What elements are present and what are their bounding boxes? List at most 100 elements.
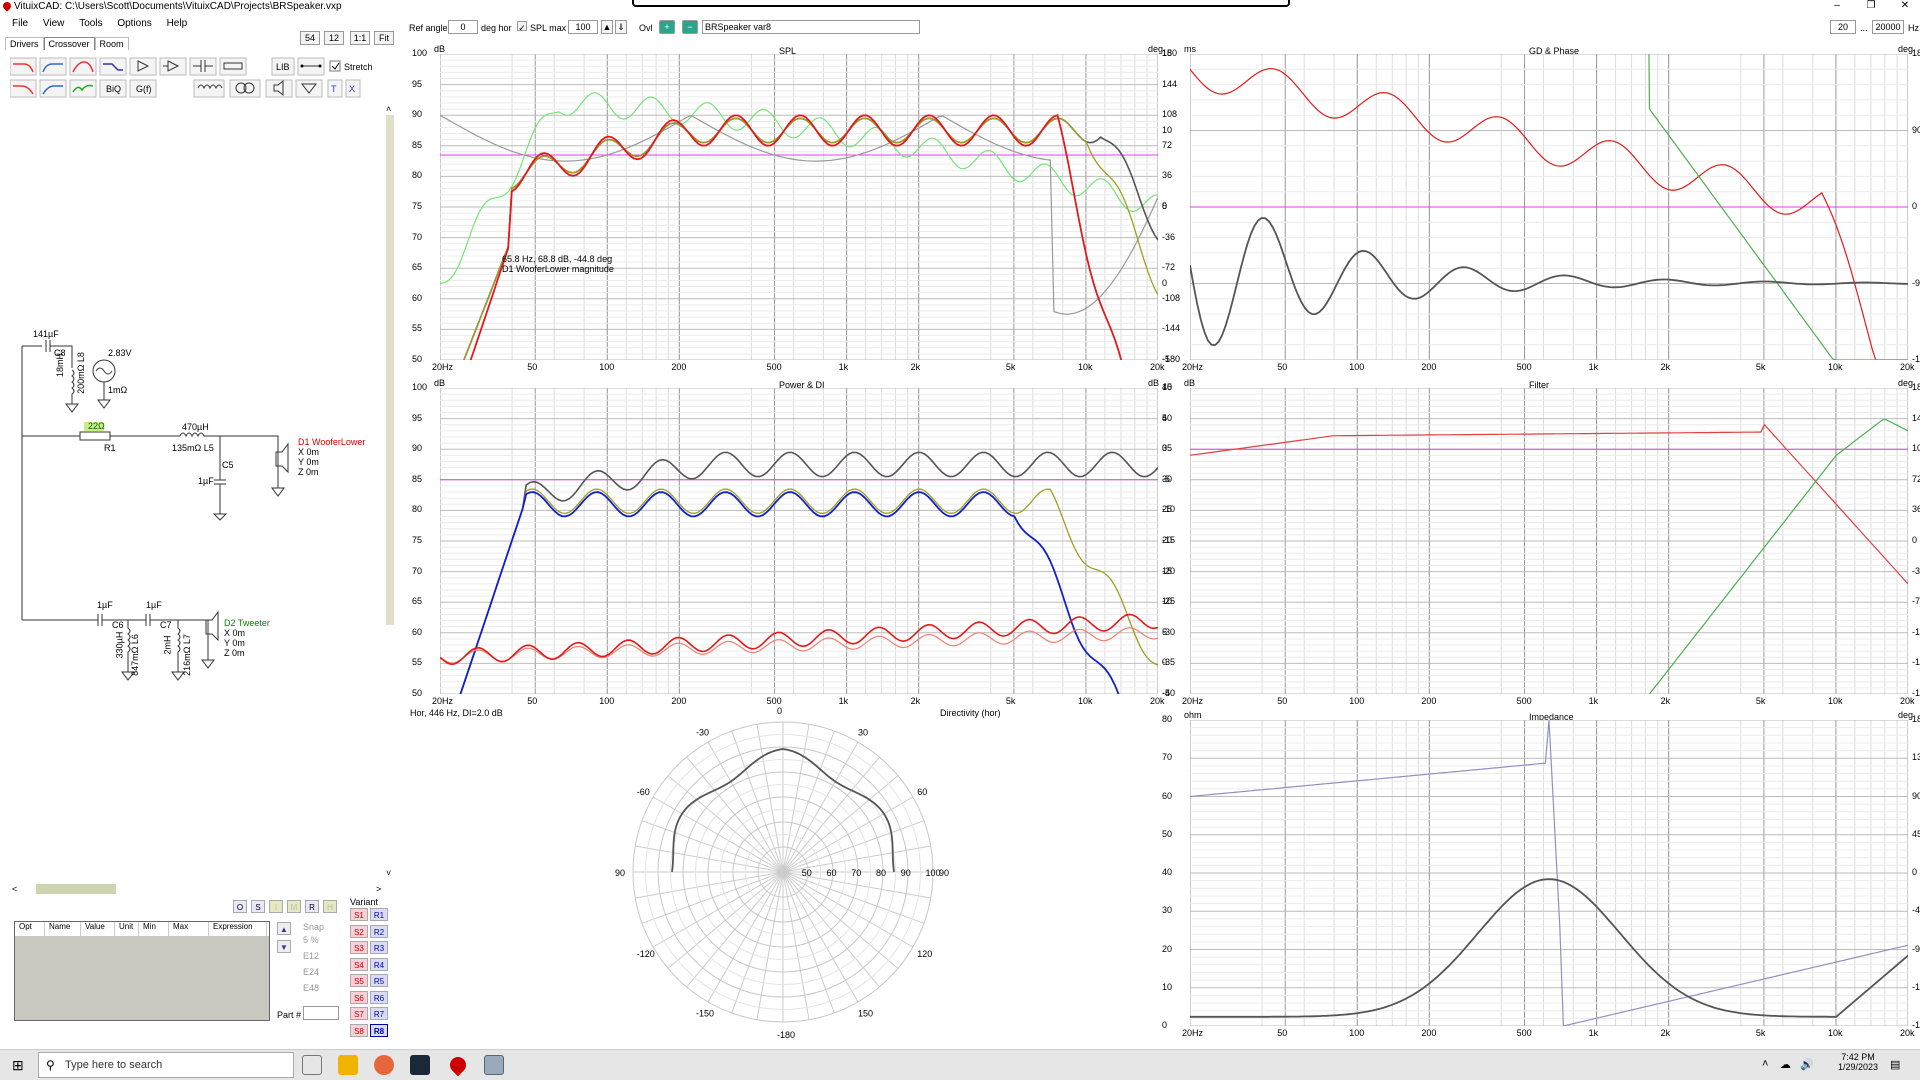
restore-button[interactable]: ❐ (1856, 0, 1886, 14)
d1-name[interactable]: D1 WooferLower (298, 437, 365, 447)
variant-s6-button[interactable]: S6 (350, 990, 368, 1004)
remove-variant-icon[interactable]: − (682, 20, 698, 34)
variant-s8-button[interactable]: S8 (350, 1023, 368, 1037)
part-table[interactable]: Opt Name Value Unit Min Max Expression (14, 921, 270, 1021)
bandpass-icon[interactable] (69, 57, 97, 76)
inductor-icon[interactable] (193, 79, 225, 98)
scroll-left-icon[interactable]: ˂ (12, 884, 17, 894)
snap-5pct[interactable]: 5 % (303, 935, 319, 945)
speaker-icon[interactable] (265, 79, 293, 98)
ref-angle-input[interactable]: 0 (448, 20, 478, 34)
variant-name-input[interactable]: BRSpeaker var8 (702, 20, 920, 34)
highpass-1st-icon[interactable] (39, 57, 67, 76)
variant-s1-button[interactable]: S1 (350, 908, 368, 921)
opt-h-button[interactable]: H (323, 900, 337, 913)
impedance-graph[interactable]: Impedanceohmdeg8070605040302010018013590… (1160, 710, 1920, 1048)
part-number-input[interactable] (303, 1006, 339, 1020)
task-view-icon[interactable] (302, 1055, 322, 1075)
tab-crossover[interactable]: Crossover (43, 37, 95, 50)
variant-r7-button[interactable]: R7 (370, 1007, 388, 1020)
firefox-icon[interactable] (374, 1055, 394, 1075)
variant-s7-button[interactable]: S7 (350, 1007, 368, 1020)
variant-s4-button[interactable]: S4 (350, 957, 368, 971)
taskbar-search-input[interactable]: Type here to search (38, 1052, 294, 1078)
menu-tools[interactable]: Tools (79, 18, 102, 29)
variant-r5-button[interactable]: R5 (370, 974, 388, 987)
r1-value[interactable]: 22Ω (88, 421, 105, 431)
buffer-icon[interactable] (129, 57, 157, 76)
variant-r6-button[interactable]: R6 (370, 990, 388, 1004)
library-button[interactable]: LIB (271, 57, 295, 76)
menu-options[interactable]: Options (117, 18, 151, 29)
l8-inductor[interactable] (71, 369, 75, 404)
schematic-horizontal-scrollbar[interactable] (36, 884, 116, 894)
freq-max-input[interactable]: 20000 (1872, 20, 1904, 34)
text-tool-button[interactable]: T (327, 79, 343, 98)
tray-chevron-icon[interactable]: ˄ (1762, 1058, 1768, 1070)
variant-r1-button[interactable]: R1 (370, 908, 388, 921)
biquad-button[interactable]: BiQ (99, 79, 127, 98)
steam-icon[interactable] (410, 1055, 430, 1075)
menu-file[interactable]: File (12, 18, 28, 29)
spl-reset-icon[interactable]: ⇓ (615, 20, 627, 34)
scroll-up-icon[interactable]: ˄ (386, 104, 391, 114)
opt-m-button[interactable]: M (287, 900, 301, 913)
opt-o-button[interactable]: O (233, 900, 247, 913)
resistor-icon[interactable] (219, 57, 247, 76)
tab-drivers[interactable]: Drivers (5, 37, 44, 50)
variant-s2-button[interactable]: S2 (350, 924, 368, 938)
scroll-right-icon[interactable]: ˃ (376, 884, 381, 894)
opt-i-button[interactable]: I (269, 900, 283, 913)
gd-graph[interactable]: GD & Phasemsdeg151050-5180900-90-18020Hz… (1160, 44, 1920, 382)
spl-max-checkbox[interactable]: ✓ (517, 21, 527, 33)
scroll-down-icon[interactable]: ˅ (386, 868, 391, 878)
amplifier-icon[interactable] (159, 57, 187, 76)
shelf-icon[interactable] (99, 57, 127, 76)
wire-icon[interactable] (297, 57, 325, 76)
scale-1-1-button[interactable]: 1:1 (350, 31, 370, 45)
minimize-button[interactable]: – (1822, 0, 1852, 14)
variant-r8-button[interactable]: R8 (370, 1023, 388, 1037)
freq-min-input[interactable]: 20 (1830, 20, 1856, 34)
menu-help[interactable]: Help (167, 18, 188, 29)
window-app-icon[interactable] (484, 1055, 504, 1075)
notch-icon[interactable] (69, 79, 97, 98)
clock[interactable]: 7:42 PM 1/29/2023 (1836, 1052, 1880, 1072)
highpass-2nd-icon[interactable] (39, 79, 67, 98)
power-graph[interactable]: Power & DI dB dB 100 95 90 85 80 75 70 65 60 55 50 45 4… (410, 378, 1188, 716)
r1-resistor[interactable] (79, 431, 111, 441)
variant-s3-button[interactable]: S3 (350, 941, 368, 954)
volume-icon[interactable]: 🔊 (1800, 1058, 1814, 1071)
capacitor-icon[interactable] (189, 57, 217, 76)
schematic-vertical-scrollbar[interactable] (386, 115, 394, 625)
close-button[interactable]: ✕ (1890, 0, 1920, 14)
snap-e24[interactable]: E24 (303, 967, 319, 977)
d2-name[interactable]: D2 Tweeter (224, 618, 270, 628)
stretch-checkbox[interactable] (329, 60, 341, 72)
c5-capacitor[interactable] (212, 436, 228, 521)
variant-r3-button[interactable]: R3 (370, 941, 388, 954)
snap-e12[interactable]: E12 (303, 951, 319, 961)
variant-r2-button[interactable]: R2 (370, 924, 388, 938)
delete-tool-button[interactable]: X (345, 79, 361, 98)
variant-s5-button[interactable]: S5 (350, 974, 368, 987)
lowpass-2nd-icon[interactable] (10, 79, 37, 98)
filter-graph[interactable]: Filter dB deg 10 5 0 -5 -10 -15 -20 -25 -30 -35 -40 18… (1160, 378, 1920, 716)
lowpass-1st-icon[interactable] (10, 57, 37, 76)
size-54-button[interactable]: 54 (300, 31, 320, 45)
network-icon[interactable]: ☁ (1780, 1058, 1791, 1071)
move-up-icon[interactable]: ▲ (277, 922, 291, 935)
size-12-button[interactable]: 12 (324, 31, 344, 45)
notification-icon[interactable]: ▤ (1890, 1058, 1900, 1071)
variant-r4-button[interactable]: R4 (370, 957, 388, 971)
windows-start-icon[interactable]: ⊞ (12, 1057, 24, 1074)
spl-stepper-icon[interactable]: ▲ (601, 20, 613, 34)
spl-max-input[interactable]: 100 (568, 20, 598, 34)
menu-view[interactable]: View (43, 18, 65, 29)
fit-button[interactable]: Fit (374, 31, 394, 45)
opt-s-button[interactable]: S (251, 900, 265, 913)
snap-e48[interactable]: E48 (303, 983, 319, 993)
move-down-icon[interactable]: ▼ (277, 940, 291, 953)
file-explorer-icon[interactable] (338, 1055, 358, 1075)
opt-r-button[interactable]: R (305, 900, 319, 913)
